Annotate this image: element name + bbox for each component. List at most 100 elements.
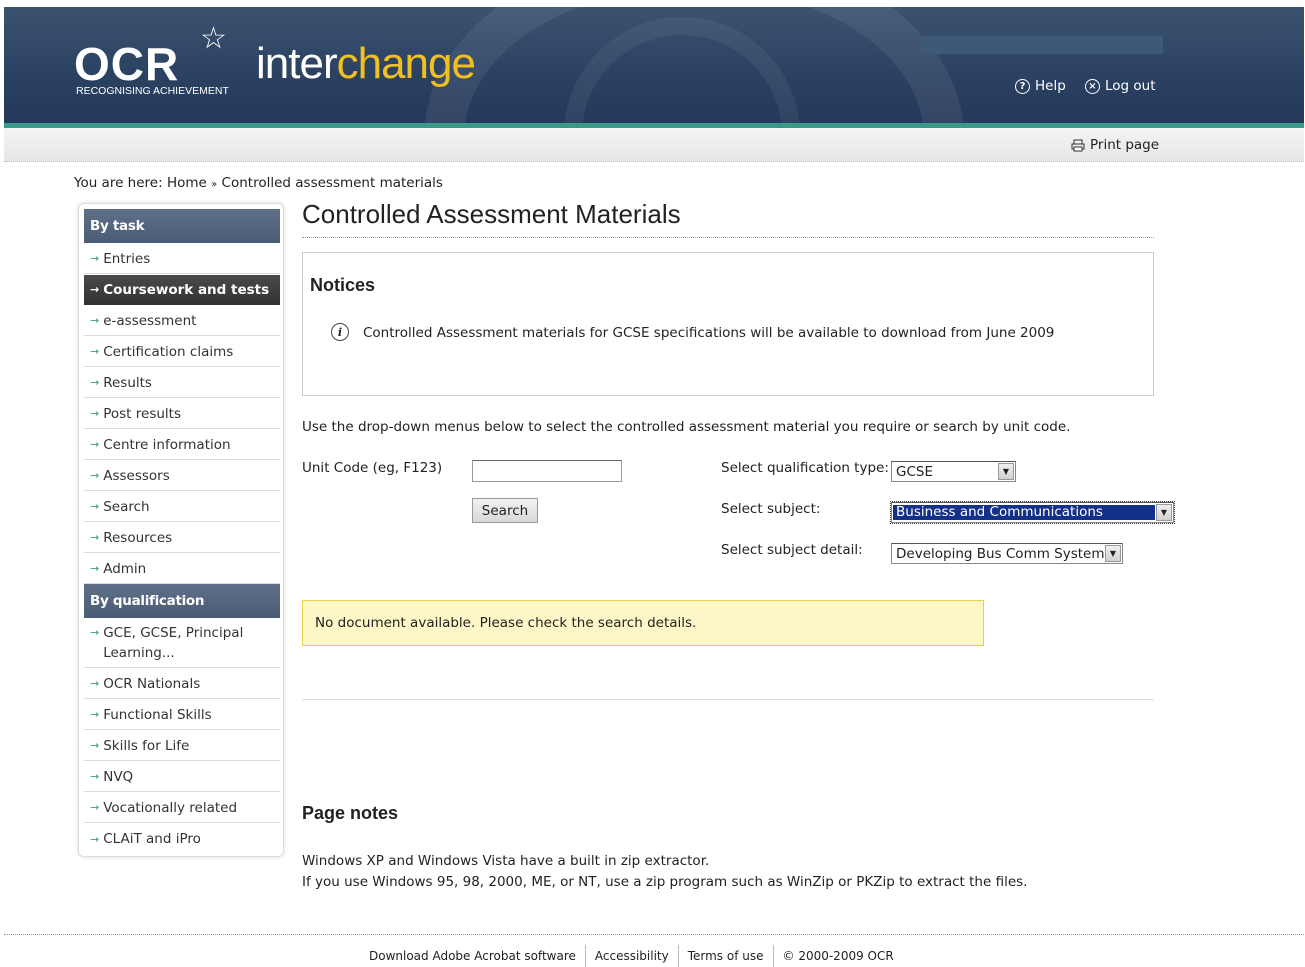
print-page-link[interactable]: Print page [1071,137,1159,153]
sidebar-item-vocationally-related[interactable]: → Vocationally related [84,793,280,823]
arrow-right-icon: → [90,407,100,420]
notices-title: Notices [310,275,376,295]
sidebar-item-resources[interactable]: → Resources [84,523,280,553]
qualification-type-value: GCSE [896,463,933,480]
sidebar-item-admin[interactable]: → Admin [84,554,280,584]
subject-detail-value: Developing Bus Comm Systems [896,545,1105,562]
sidebar-item-label: OCR Nationals [103,675,201,692]
title-divider [302,237,1154,238]
sidebar-heading-by-qualification: By qualification [84,584,280,618]
sidebar-item-e-assessment[interactable]: → e-assessment [84,306,280,336]
sidebar-item-label: Search [103,498,150,515]
sidebar-item-label: Results [103,374,152,391]
sidebar-item-label: Coursework and tests [103,281,270,298]
sidebar-item-label: NVQ [103,768,134,785]
sidebar-item-ocr-nationals[interactable]: → OCR Nationals [84,669,280,699]
intro-text: Use the drop-down menus below to select … [302,419,1071,435]
sidebar-item-label: Functional Skills [103,706,212,723]
subject-detail-label: Select subject detail: [721,542,863,558]
sidebar-item-label: Assessors [103,467,170,484]
chevron-down-icon[interactable]: ▼ [1156,504,1172,521]
breadcrumb-prefix: You are here: [74,175,163,191]
sidebar-item-assessors[interactable]: → Assessors [84,461,280,491]
arrow-right-icon: → [90,832,100,846]
print-page-label: Print page [1090,137,1160,153]
sidebar-item-label: Centre information [103,436,231,453]
sidebar-item-label: Certification claims [103,343,234,360]
star-icon: ☆ [200,21,227,56]
content-divider [302,699,1154,700]
header-user-box [922,36,1163,54]
arrow-right-icon: → [90,252,100,265]
sidebar-item-post-results[interactable]: → Post results [84,399,280,429]
sidebar-item-entries[interactable]: → Entries [84,244,280,274]
sidebar-item-label: Post results [103,405,181,422]
info-icon: i [331,323,349,341]
help-link[interactable]: ? Help [1015,78,1066,94]
logout-link[interactable]: × Log out [1085,78,1156,94]
arrow-right-icon: → [90,770,100,783]
ocr-logo[interactable]: OCR [74,37,179,91]
breadcrumb-current: Controlled assessment materials [221,175,443,191]
sidebar-item-gce-gcse[interactable]: → GCE, GCSE, Principal Learning... [84,619,280,668]
sidebar-item-nvq[interactable]: → NVQ [84,762,280,792]
sidebar-item-search[interactable]: → Search [84,492,280,522]
sidebar-item-label: Resources [103,529,173,546]
footer-link-terms[interactable]: Terms of use [679,949,773,963]
no-document-message: No document available. Please check the … [302,600,984,646]
sidebar-item-label: Admin [103,560,147,577]
sidebar-item-clait-and-ipro[interactable]: → CLAiT and iPro [84,824,280,854]
arrow-right-icon: → [90,376,100,389]
footer-link-accessibility[interactable]: Accessibility [586,949,678,963]
sidebar: By task → Entries → Coursework and tests →… [78,203,284,857]
sidebar-item-results[interactable]: → Results [84,368,280,398]
footer-copyright: © 2000-2009 OCR [782,949,894,963]
logo-tagline: RECOGNISING ACHIEVEMENT [76,85,229,97]
sidebar-item-label: GCE, GCSE, Principal [103,625,244,641]
search-button[interactable]: Search [472,498,538,523]
page-title: Controlled Assessment Materials [302,199,681,229]
logout-label: Log out [1105,78,1156,94]
arrow-right-icon: → [90,500,100,513]
footer: Download Adobe Acrobat software Accessib… [360,945,903,967]
notices-panel: Notices i Controlled Assessment material… [302,252,1154,396]
arrow-right-icon: → [90,438,100,451]
chevron-down-icon[interactable]: ▼ [998,463,1014,480]
notice-text: Controlled Assessment materials for GCSE… [363,325,1055,341]
printer-icon [1071,139,1085,151]
breadcrumb: You are here: Home » Controlled assessme… [74,175,443,191]
sidebar-item-functional-skills[interactable]: → Functional Skills [84,700,280,730]
page-notes-title: Page notes [302,803,399,823]
arrow-right-icon: → [90,708,100,721]
arrow-right-icon: → [90,739,100,752]
sidebar-item-label-line2: Learning... [103,645,175,661]
close-icon: × [1085,78,1100,94]
page-notes-line: Windows XP and Windows Vista have a buil… [302,853,710,869]
arrow-right-icon: → [90,626,100,639]
sidebar-item-centre-information[interactable]: → Centre information [84,430,280,460]
unit-code-input[interactable] [472,460,622,482]
help-label: Help [1035,78,1066,94]
sidebar-item-certification-claims[interactable]: → Certification claims [84,337,280,367]
sidebar-item-label: Vocationally related [103,799,238,816]
logo-inter-text: inter [256,39,338,88]
sidebar-item-label: Skills for Life [103,737,190,754]
sidebar-item-skills-for-life[interactable]: → Skills for Life [84,731,280,761]
chevron-down-icon[interactable]: ▼ [1105,545,1121,562]
sidebar-item-coursework-and-tests[interactable]: → Coursework and tests [84,275,280,305]
subject-label: Select subject: [721,501,821,517]
subject-detail-select[interactable]: Developing Bus Comm Systems ▼ [891,543,1123,564]
unit-code-label: Unit Code (eg, F123) [302,460,443,476]
subject-select[interactable]: Business and Communications ▼ [890,501,1175,524]
breadcrumb-separator: » [211,179,218,190]
page-notes-line: If you use Windows 95, 98, 2000, ME, or … [302,874,1028,890]
site-header: OCR ☆ RECOGNISING ACHIEVEMENT interchang… [4,7,1304,125]
arrow-right-icon: → [90,531,100,544]
qualification-type-select[interactable]: GCSE ▼ [891,461,1016,482]
footer-link-acrobat[interactable]: Download Adobe Acrobat software [360,949,585,963]
sidebar-item-label: Entries [103,250,151,267]
interchange-logo[interactable]: interchange [256,39,476,89]
arrow-right-icon: → [90,801,100,814]
breadcrumb-home[interactable]: Home [167,175,207,191]
sidebar-heading-by-task: By task [84,209,280,243]
